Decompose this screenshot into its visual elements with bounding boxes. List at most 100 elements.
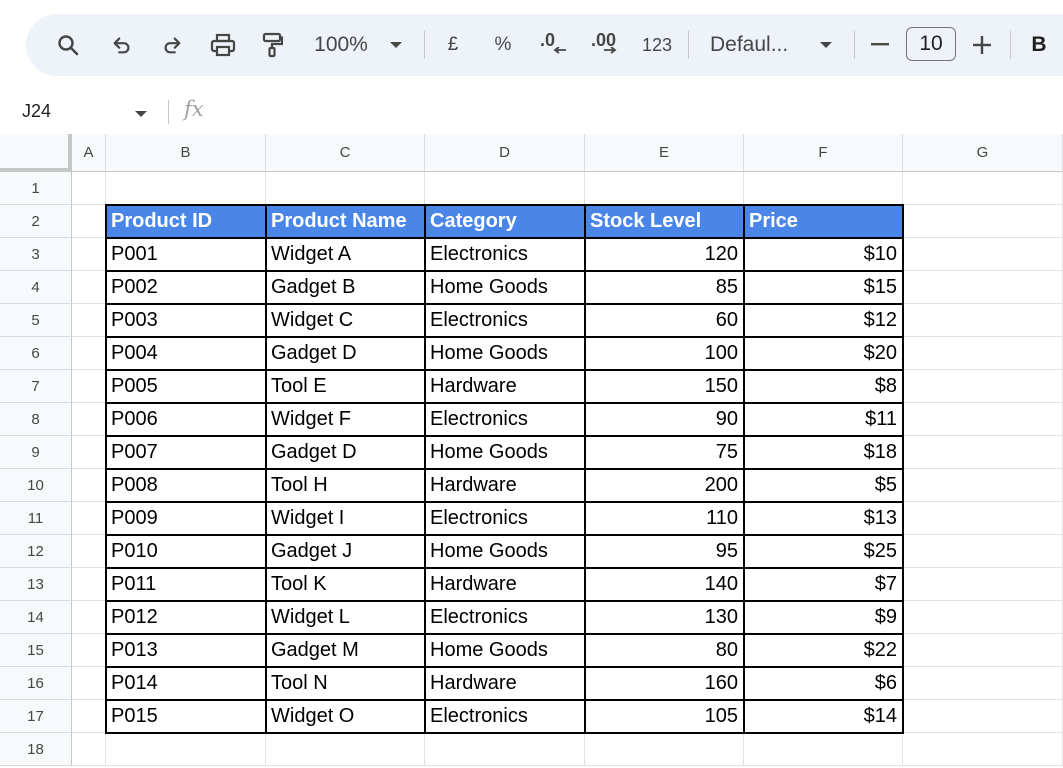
decrease-font-size-button[interactable] <box>868 14 892 76</box>
table-cell[interactable]: Gadget D <box>266 436 425 469</box>
table-cell[interactable]: 110 <box>585 502 744 535</box>
row-header-4[interactable]: 4 <box>0 271 72 304</box>
cell-a12[interactable] <box>72 535 106 568</box>
table-cell[interactable]: P001 <box>106 238 266 271</box>
table-cell[interactable]: $14 <box>744 700 903 733</box>
row-header-10[interactable]: 10 <box>0 469 72 502</box>
table-header-cell[interactable]: Stock Level <box>585 205 744 238</box>
table-cell[interactable]: P009 <box>106 502 266 535</box>
column-header-g[interactable]: G <box>903 134 1063 172</box>
row-header-15[interactable]: 15 <box>0 634 72 667</box>
table-cell[interactable]: Home Goods <box>425 436 585 469</box>
table-cell[interactable]: Widget I <box>266 502 425 535</box>
table-cell[interactable]: Tool H <box>266 469 425 502</box>
cell-g17[interactable] <box>903 700 1063 733</box>
cell-a2[interactable] <box>72 205 106 238</box>
table-cell[interactable]: P014 <box>106 667 266 700</box>
number-format-button[interactable]: 123 <box>638 14 676 76</box>
print-icon[interactable] <box>206 14 240 76</box>
row-header-12[interactable]: 12 <box>0 535 72 568</box>
table-cell[interactable]: Gadget J <box>266 535 425 568</box>
table-cell[interactable]: Widget O <box>266 700 425 733</box>
table-cell[interactable]: P002 <box>106 271 266 304</box>
table-cell[interactable]: 160 <box>585 667 744 700</box>
table-cell[interactable]: $22 <box>744 634 903 667</box>
table-cell[interactable]: P010 <box>106 535 266 568</box>
table-cell[interactable]: Electronics <box>425 238 585 271</box>
column-header-f[interactable]: F <box>744 134 903 172</box>
cell-c1[interactable] <box>266 172 425 205</box>
table-cell[interactable]: Home Goods <box>425 535 585 568</box>
row-header-16[interactable]: 16 <box>0 667 72 700</box>
table-cell[interactable]: 75 <box>585 436 744 469</box>
table-cell[interactable]: 80 <box>585 634 744 667</box>
cell-a10[interactable] <box>72 469 106 502</box>
cell-a4[interactable] <box>72 271 106 304</box>
font-family-select[interactable]: Defaul... <box>710 14 800 76</box>
row-header-11[interactable]: 11 <box>0 502 72 535</box>
table-cell[interactable]: Gadget B <box>266 271 425 304</box>
zoom-select[interactable]: 100% <box>308 14 374 76</box>
table-cell[interactable]: P013 <box>106 634 266 667</box>
table-cell[interactable]: 140 <box>585 568 744 601</box>
table-cell[interactable]: 95 <box>585 535 744 568</box>
table-cell[interactable]: P011 <box>106 568 266 601</box>
percent-button[interactable]: % <box>490 14 516 76</box>
cell-g10[interactable] <box>903 469 1063 502</box>
table-cell[interactable]: P008 <box>106 469 266 502</box>
table-cell[interactable]: P003 <box>106 304 266 337</box>
table-cell[interactable]: $6 <box>744 667 903 700</box>
table-cell[interactable]: Hardware <box>425 568 585 601</box>
cell-a18[interactable] <box>72 733 106 766</box>
select-all-corner[interactable] <box>0 134 72 172</box>
table-cell[interactable]: 60 <box>585 304 744 337</box>
cell-g12[interactable] <box>903 535 1063 568</box>
cell-g8[interactable] <box>903 403 1063 436</box>
cell-g13[interactable] <box>903 568 1063 601</box>
cell-g14[interactable] <box>903 601 1063 634</box>
row-header-9[interactable]: 9 <box>0 436 72 469</box>
row-header-3[interactable]: 3 <box>0 238 72 271</box>
table-cell[interactable]: $8 <box>744 370 903 403</box>
table-cell[interactable]: $20 <box>744 337 903 370</box>
row-header-2[interactable]: 2 <box>0 205 72 238</box>
cell-g1[interactable] <box>903 172 1063 205</box>
increase-decimal-button[interactable]: .00 <box>588 14 624 76</box>
table-header-cell[interactable]: Price <box>744 205 903 238</box>
cell-g4[interactable] <box>903 271 1063 304</box>
cell-g3[interactable] <box>903 238 1063 271</box>
cell-g7[interactable] <box>903 370 1063 403</box>
table-cell[interactable]: 90 <box>585 403 744 436</box>
table-header-cell[interactable]: Category <box>425 205 585 238</box>
font-caret-icon[interactable] <box>816 14 836 76</box>
table-cell[interactable]: 130 <box>585 601 744 634</box>
table-cell[interactable]: Tool N <box>266 667 425 700</box>
cell-a1[interactable] <box>72 172 106 205</box>
paint-format-icon[interactable] <box>256 14 288 76</box>
table-header-cell[interactable]: Product ID <box>106 205 266 238</box>
row-header-13[interactable]: 13 <box>0 568 72 601</box>
table-cell[interactable]: Widget C <box>266 304 425 337</box>
cell-f1[interactable] <box>744 172 903 205</box>
bold-button[interactable]: B <box>1026 14 1052 76</box>
table-cell[interactable]: Electronics <box>425 700 585 733</box>
cell-a13[interactable] <box>72 568 106 601</box>
increase-font-size-button[interactable] <box>970 14 994 76</box>
cell-a14[interactable] <box>72 601 106 634</box>
table-cell[interactable]: Electronics <box>425 403 585 436</box>
cell-g11[interactable] <box>903 502 1063 535</box>
table-cell[interactable]: P007 <box>106 436 266 469</box>
table-cell[interactable]: P006 <box>106 403 266 436</box>
table-cell[interactable]: 100 <box>585 337 744 370</box>
cell-a5[interactable] <box>72 304 106 337</box>
cell-c18[interactable] <box>266 733 425 766</box>
zoom-caret-icon[interactable] <box>386 14 406 76</box>
table-cell[interactable]: Home Goods <box>425 337 585 370</box>
search-icon[interactable] <box>52 14 84 76</box>
table-cell[interactable]: $5 <box>744 469 903 502</box>
table-cell[interactable]: Widget L <box>266 601 425 634</box>
column-header-e[interactable]: E <box>585 134 744 172</box>
cell-b1[interactable] <box>106 172 266 205</box>
table-cell[interactable]: 105 <box>585 700 744 733</box>
cell-e18[interactable] <box>585 733 744 766</box>
